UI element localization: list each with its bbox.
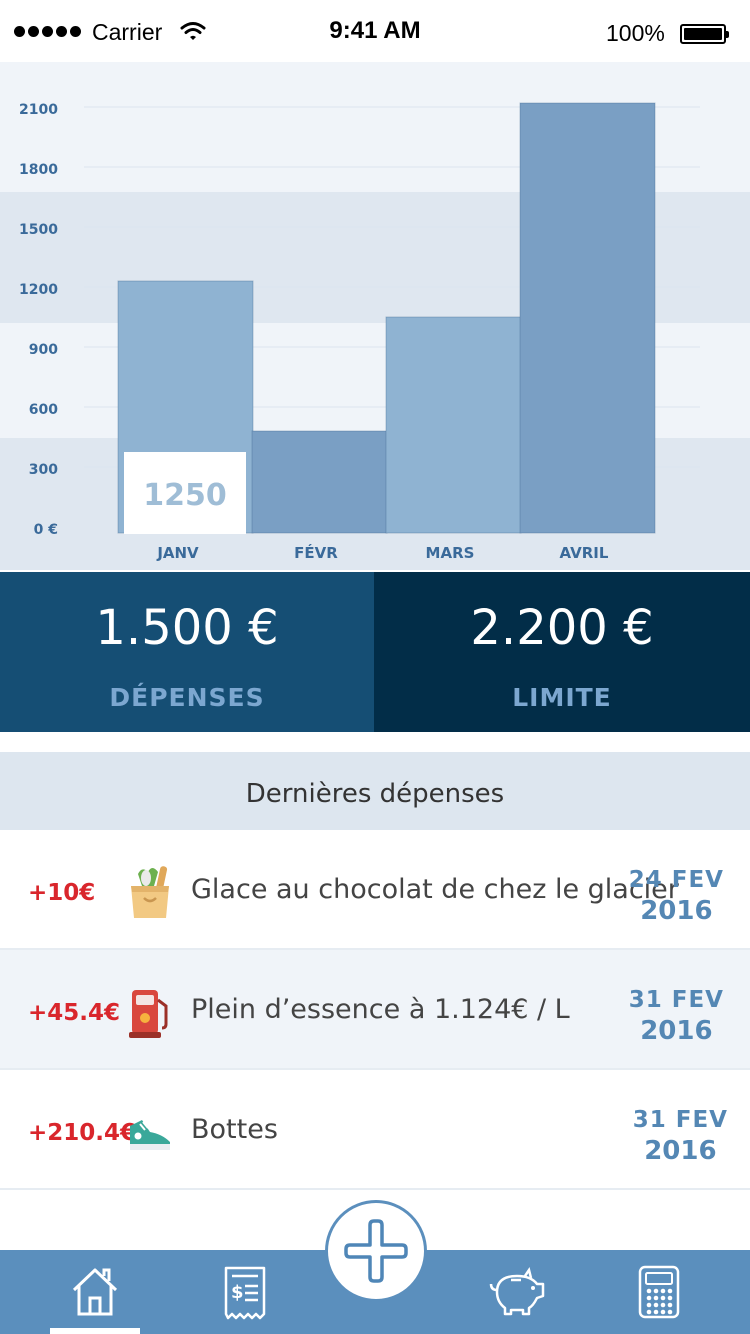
y-tick-label: 600 <box>29 402 58 418</box>
expense-amount: +210.4€ <box>28 1120 137 1146</box>
expense-date: 31 FEV 2016 <box>633 1106 728 1167</box>
expense-description: Glace au chocolat de chez le glacier <box>191 874 679 905</box>
bar <box>385 316 522 534</box>
expense-date: 24 FEV 2016 <box>629 866 724 927</box>
x-tick-label: AVRIL <box>560 544 609 562</box>
expense-row[interactable]: +210.4€ Bottes 31 FEV 2016 <box>0 1070 750 1190</box>
bar <box>251 430 388 534</box>
battery-percentage: 100% <box>606 20 665 46</box>
battery-icon <box>680 24 729 44</box>
expense-date-year: 2016 <box>640 1015 713 1046</box>
y-tick-label: 1800 <box>19 162 58 178</box>
spent-caption: DÉPENSES <box>109 683 265 712</box>
x-tick-label: JANV <box>156 544 199 562</box>
status-bar: Carrier 9:41 AM 100% <box>0 0 750 62</box>
expense-date-year: 2016 <box>640 895 713 926</box>
y-tick-label: 1500 <box>19 222 58 238</box>
expense-list: +10€ Glace au chocolat de chez le glacie… <box>0 830 750 1190</box>
calculator-icon <box>638 1265 680 1319</box>
home-icon <box>72 1268 118 1316</box>
expense-description: Plein d’essence à 1.124€ / L <box>191 994 570 1025</box>
plus-icon <box>344 1219 408 1283</box>
fuel-pump-icon <box>129 990 168 1038</box>
limit-amount: 2.200 € <box>470 600 654 656</box>
piggy-bank-icon <box>489 1266 545 1316</box>
recent-expenses-title: Dernières dépenses <box>0 752 750 830</box>
x-tick-label: FÉVR <box>294 543 338 562</box>
tab-savings[interactable] <box>474 1250 564 1334</box>
y-tick-label: 300 <box>29 462 58 478</box>
spent-amount: 1.500 € <box>95 600 279 656</box>
expense-date-year: 2016 <box>644 1135 717 1166</box>
add-expense-button[interactable] <box>325 1200 427 1302</box>
y-tick-label: 1200 <box>19 282 58 298</box>
tab-receipts[interactable]: $ <box>200 1250 290 1334</box>
expense-date-day: 31 FEV <box>628 987 724 1013</box>
receipt-icon: $ <box>224 1266 266 1320</box>
bar-value-label: 1250 <box>143 478 227 513</box>
y-tick-label: 900 <box>29 342 58 358</box>
monthly-spending-chart: 0 € 300 600 900 1200 1500 1800 2100 JANV FÉVR MARS… <box>0 62 750 570</box>
sneaker-icon <box>130 1120 170 1150</box>
spent-tile[interactable]: 1.500 € DÉPENSES <box>0 572 374 732</box>
expense-amount: +45.4€ <box>28 1000 121 1026</box>
expense-description: Bottes <box>191 1114 278 1145</box>
y-tick-label: 0 € <box>34 522 58 538</box>
x-tick-label: MARS <box>426 544 475 562</box>
y-tick-label: 2100 <box>19 102 58 118</box>
limit-caption: LIMITE <box>512 683 612 712</box>
bar-chart: 0 € 300 600 900 1200 1500 1800 2100 JANV FÉVR MARS… <box>0 102 750 570</box>
expense-date-day: 31 FEV <box>632 1107 728 1133</box>
expense-amount: +10€ <box>28 880 96 906</box>
grocery-bag-icon <box>131 866 169 918</box>
bar <box>519 102 656 534</box>
expense-row[interactable]: +45.4€ Plein d’essence à 1.124€ / L 31 F… <box>0 950 750 1070</box>
expense-row[interactable]: +10€ Glace au chocolat de chez le glacie… <box>0 830 750 950</box>
tab-home[interactable] <box>50 1250 140 1334</box>
summary-panel: 1.500 € DÉPENSES 2.200 € LIMITE <box>0 572 750 732</box>
tab-calculator[interactable] <box>614 1250 704 1334</box>
limit-tile[interactable]: 2.200 € LIMITE <box>374 572 750 732</box>
svg-text:$: $ <box>231 1282 244 1303</box>
expense-date: 31 FEV 2016 <box>629 986 724 1047</box>
expense-date-day: 24 FEV <box>628 867 724 893</box>
